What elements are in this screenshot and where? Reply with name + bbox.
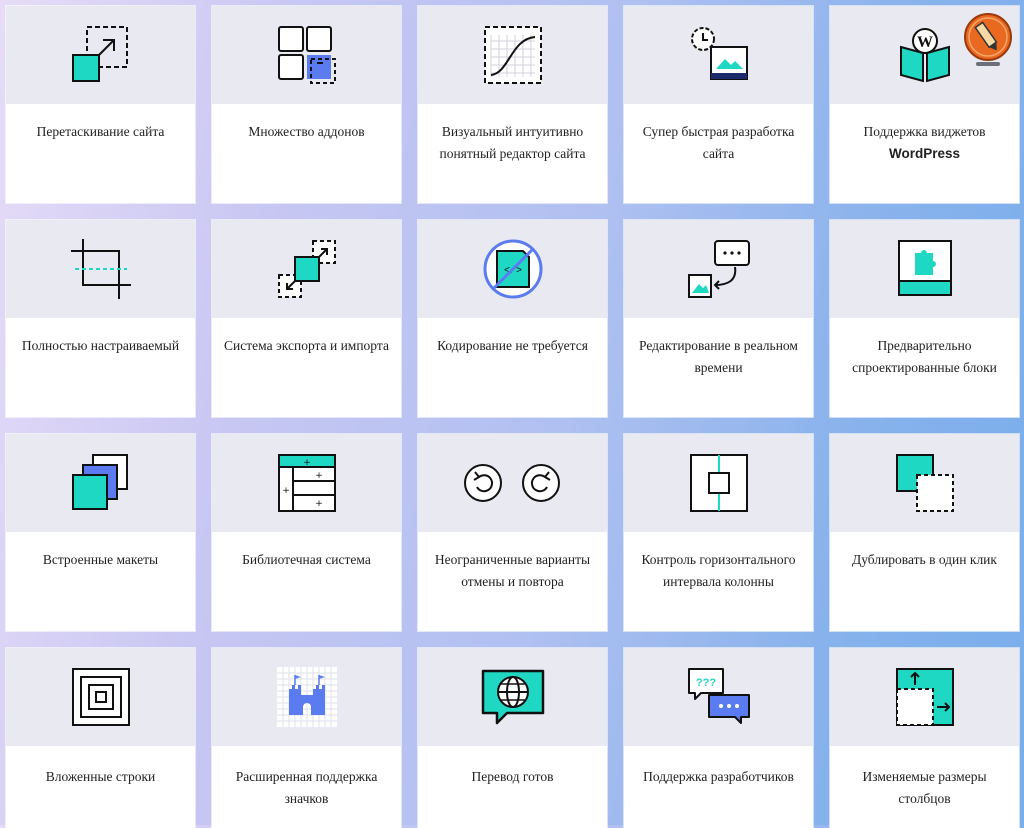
crop-customize-icon [69,237,133,301]
visual-editor-curve-icon [481,23,545,87]
pencil-badge-icon[interactable] [963,12,1013,68]
icon-support-castle-icon [275,665,339,729]
feature-card: Редактирование в реальном времени [624,220,813,417]
feature-label-bold: WordPress [888,146,961,161]
feature-label: Кодирование не требуется [437,338,588,353]
feature-label: Библиотечная система [242,552,371,567]
feature-card: Встроенные макеты [6,434,195,631]
fast-development-icon [683,23,755,87]
developer-support-chat-icon: ??? [685,665,753,729]
feature-label: Перевод готов [471,769,554,784]
feature-card: Расширенная поддержка значков [212,648,401,828]
wordpress-logo-letter: W [917,34,933,51]
svg-text:???: ??? [695,677,715,689]
addons-grid-icon [275,23,339,87]
feature-label: Встроенные макеты [42,552,159,567]
svg-text:+: + [315,471,323,481]
column-gap-icon [687,451,751,515]
feature-label: Дублировать в один клик [852,552,997,567]
feature-card: Вложенные строки [6,648,195,828]
feature-card: Полностью настраиваемый [6,220,195,417]
svg-text:+: + [315,499,323,509]
feature-label: Предварительно спроектированные блоки [852,338,997,375]
feature-label: Полностью настраиваемый [21,338,180,353]
feature-label: Супер быстрая разработка сайта [642,124,795,161]
feature-label: Контроль горизонтального интервала колон… [641,552,796,589]
feature-card: Перетаскивание сайта [6,6,195,203]
translation-globe-icon [477,665,549,729]
feature-card: Множество аддонов [212,6,401,203]
feature-card: Супер быстрая разработка сайта [624,6,813,203]
feature-card: Изменяемые размеры столбцов [830,648,1019,828]
nested-rows-icon [69,665,133,729]
features-grid: Перетаскивание сайта Множество аддонов В… [6,6,1019,828]
feature-label: Поддержка виджетов WordPress [830,104,1019,165]
feature-card: Неограниченные варианты отмены и повтора [418,434,607,631]
wordpress-book-icon: W [893,23,957,87]
feature-card: </> Кодирование не требуется [418,220,607,417]
feature-label: Изменяемые размеры столбцов [862,769,987,806]
feature-card: Контроль горизонтального интервала колон… [624,434,813,631]
feature-label: Неограниченные варианты отмены и повтора [434,552,591,589]
duplicate-icon [893,451,957,515]
feature-card: W Поддержка виджетов WordPress [830,6,1019,203]
feature-label: Система экспорта и импорта [224,338,389,353]
feature-card: Дублировать в один клик [830,434,1019,631]
feature-card: Предварительно спроектированные блоки [830,220,1019,417]
feature-card: + + + + Библиотечная система [212,434,401,631]
feature-card: Перевод готов [418,648,607,828]
feature-card: Система экспорта и импорта [212,220,401,417]
export-import-icon [275,237,339,301]
realtime-edit-icon [685,237,753,301]
feature-label: Поддержка разработчиков [643,769,794,784]
feature-label: Визуальный интуитивно понятный редактор … [439,124,586,161]
feature-label: Редактирование в реальном времени [639,338,798,375]
feature-card: ??? Поддержка разработчиков [624,648,813,828]
svg-text:+: + [303,458,311,468]
predesigned-block-icon [893,237,957,301]
feature-label: Расширенная поддержка значков [235,769,378,806]
feature-label: Вложенные строки [45,769,156,784]
feature-card: Визуальный интуитивно понятный редактор … [418,6,607,203]
no-code-icon: </> [481,237,545,301]
layouts-stack-icon [69,451,133,515]
undo-redo-icon [463,461,563,505]
svg-text:+: + [282,486,290,496]
resize-columns-icon [893,665,957,729]
feature-label: Множество аддонов [248,124,365,139]
drag-drop-icon [69,23,133,87]
library-system-icon: + + + + [275,451,339,515]
feature-label: Перетаскивание сайта [36,124,165,139]
feature-label-prefix: Поддержка виджетов [863,124,986,139]
